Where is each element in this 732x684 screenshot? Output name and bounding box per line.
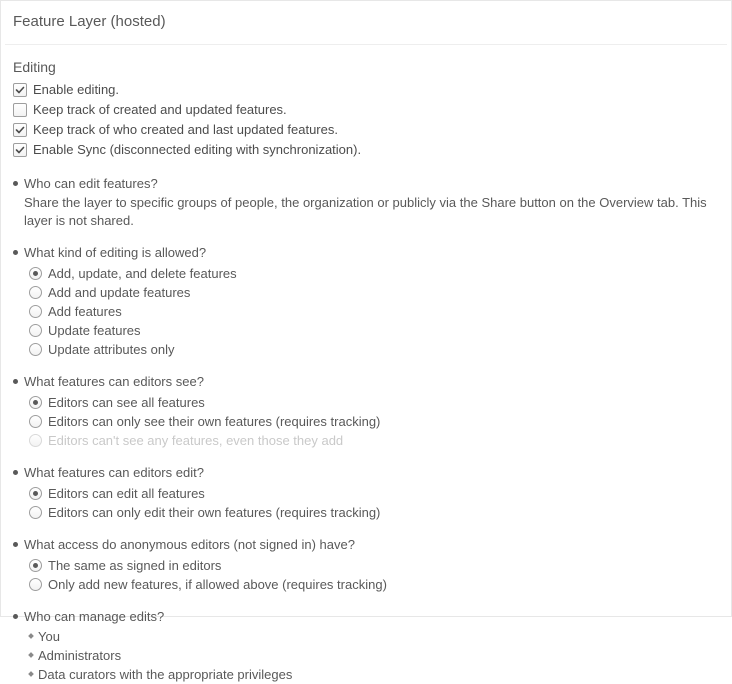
radio-option[interactable]: The same as signed in editors bbox=[29, 556, 719, 575]
radio-icon[interactable] bbox=[29, 343, 42, 356]
radio-icon bbox=[29, 434, 42, 447]
question-item-0: Who can edit features? Share the layer to… bbox=[13, 175, 719, 230]
radio-label: Editors can't see any features, even tho… bbox=[48, 431, 343, 450]
question-item-1: What kind of editing is allowed? Add, upd… bbox=[13, 244, 719, 359]
question-item-3: What features can editors edit? Editors c… bbox=[13, 464, 719, 522]
radio-label: Only add new features, if allowed above … bbox=[48, 575, 387, 594]
radio-label: Add, update, and delete features bbox=[48, 264, 237, 283]
question-item-5: Who can manage edits?YouAdministratorsDa… bbox=[13, 608, 719, 684]
question-item-2: What features can editors see? Editors ca… bbox=[13, 373, 719, 450]
checkbox-label: Enable editing. bbox=[33, 81, 119, 99]
radio-label: Editors can see all features bbox=[48, 393, 205, 412]
editing-checkbox-row-3[interactable]: Enable Sync (disconnected editing with s… bbox=[13, 141, 719, 159]
question-list: Who can edit features? Share the layer to… bbox=[13, 175, 719, 684]
checkbox-label: Keep track of created and updated featur… bbox=[33, 101, 287, 119]
question-item-4: What access do anonymous editors (not si… bbox=[13, 536, 719, 594]
checkbox-icon[interactable] bbox=[13, 143, 27, 157]
editing-checkbox-row-1[interactable]: Keep track of created and updated featur… bbox=[13, 101, 719, 119]
radio-icon[interactable] bbox=[29, 286, 42, 299]
question-heading: What kind of editing is allowed? bbox=[13, 244, 719, 261]
radio-label: Update attributes only bbox=[48, 340, 174, 359]
radio-group: The same as signed in editorsOnly add ne… bbox=[13, 556, 719, 594]
checkbox-icon[interactable] bbox=[13, 103, 27, 117]
radio-label: Update features bbox=[48, 321, 141, 340]
editing-heading: Editing bbox=[13, 59, 719, 75]
subitem: Data curators with the appropriate privi… bbox=[29, 665, 719, 684]
question-heading: What features can editors see? bbox=[13, 373, 719, 390]
radio-group: Add, update, and delete featuresAdd and … bbox=[13, 264, 719, 359]
radio-option[interactable]: Editors can edit all features bbox=[29, 484, 719, 503]
radio-option[interactable]: Update features bbox=[29, 321, 719, 340]
subitem-list: YouAdministratorsData curators with the … bbox=[13, 627, 719, 684]
checkbox-icon[interactable] bbox=[13, 83, 27, 97]
radio-group: Editors can see all featuresEditors can … bbox=[13, 393, 719, 450]
radio-label: Add features bbox=[48, 302, 122, 321]
radio-option[interactable]: Editors can only edit their own features… bbox=[29, 503, 719, 522]
radio-icon[interactable] bbox=[29, 506, 42, 519]
question-heading: Who can edit features? bbox=[13, 175, 719, 192]
radio-option[interactable]: Add, update, and delete features bbox=[29, 264, 719, 283]
radio-icon[interactable] bbox=[29, 578, 42, 591]
radio-option[interactable]: Add features bbox=[29, 302, 719, 321]
radio-option[interactable]: Add and update features bbox=[29, 283, 719, 302]
radio-label: Add and update features bbox=[48, 283, 190, 302]
radio-option[interactable]: Update attributes only bbox=[29, 340, 719, 359]
radio-option: Editors can't see any features, even tho… bbox=[29, 431, 719, 450]
radio-label: Editors can only edit their own features… bbox=[48, 503, 380, 522]
radio-icon[interactable] bbox=[29, 415, 42, 428]
radio-icon[interactable] bbox=[29, 324, 42, 337]
radio-label: Editors can only see their own features … bbox=[48, 412, 380, 431]
panel-body: Editing Enable editing. Keep track of cre… bbox=[1, 45, 731, 684]
feature-layer-settings-panel: Feature Layer (hosted) Editing Enable ed… bbox=[0, 0, 732, 617]
radio-option[interactable]: Only add new features, if allowed above … bbox=[29, 575, 719, 594]
radio-icon[interactable] bbox=[29, 305, 42, 318]
editing-checkbox-list: Enable editing. Keep track of created and… bbox=[13, 81, 719, 159]
editing-checkbox-row-0[interactable]: Enable editing. bbox=[13, 81, 719, 99]
subitem: You bbox=[29, 627, 719, 646]
checkbox-label: Enable Sync (disconnected editing with s… bbox=[33, 141, 361, 159]
radio-icon[interactable] bbox=[29, 267, 42, 280]
radio-label: Editors can edit all features bbox=[48, 484, 205, 503]
subitem: Administrators bbox=[29, 646, 719, 665]
editing-checkbox-row-2[interactable]: Keep track of who created and last updat… bbox=[13, 121, 719, 139]
panel-title: Feature Layer (hosted) bbox=[1, 1, 731, 44]
radio-option[interactable]: Editors can see all features bbox=[29, 393, 719, 412]
radio-icon[interactable] bbox=[29, 559, 42, 572]
radio-group: Editors can edit all featuresEditors can… bbox=[13, 484, 719, 522]
checkbox-label: Keep track of who created and last updat… bbox=[33, 121, 338, 139]
question-heading: What features can editors edit? bbox=[13, 464, 719, 481]
question-heading: What access do anonymous editors (not si… bbox=[13, 536, 719, 553]
radio-label: The same as signed in editors bbox=[48, 556, 221, 575]
radio-option[interactable]: Editors can only see their own features … bbox=[29, 412, 719, 431]
radio-icon[interactable] bbox=[29, 396, 42, 409]
radio-icon[interactable] bbox=[29, 487, 42, 500]
question-description: Share the layer to specific groups of pe… bbox=[13, 194, 719, 230]
checkbox-icon[interactable] bbox=[13, 123, 27, 137]
